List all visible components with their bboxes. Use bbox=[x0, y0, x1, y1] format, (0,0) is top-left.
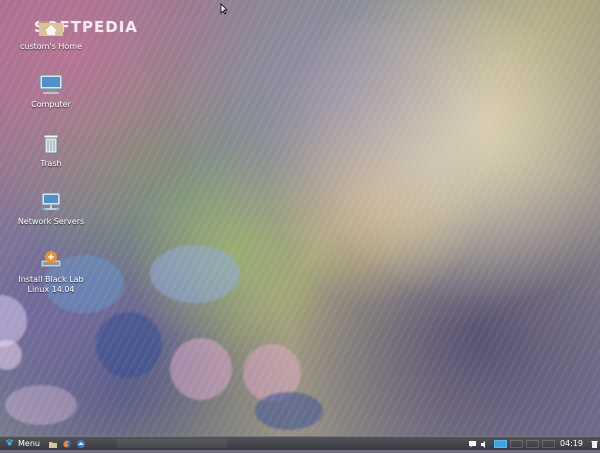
workspace-2[interactable] bbox=[509, 439, 523, 448]
desktop-icon-label-line: Linux 14.04 bbox=[27, 285, 75, 294]
desktop-icon-label: Network Servers bbox=[17, 217, 85, 226]
paw-menu-icon bbox=[5, 438, 14, 449]
desktop-icon-label: custom's Home bbox=[20, 42, 82, 51]
folder-icon bbox=[48, 434, 58, 453]
mouse-cursor-icon bbox=[220, 0, 230, 15]
taskbar-right: 04:19 bbox=[467, 437, 600, 450]
firefox-launcher[interactable] bbox=[61, 437, 74, 450]
taskbar-left: Menu bbox=[0, 437, 88, 450]
computer-icon bbox=[8, 72, 94, 98]
network-servers-icon bbox=[8, 189, 94, 215]
desktop-icon-label: Trash bbox=[40, 159, 62, 168]
desktop-icon-install[interactable]: Install Black Lab Linux 14.04 bbox=[8, 247, 94, 295]
menu-button[interactable]: Menu bbox=[0, 437, 46, 450]
workspace-3[interactable] bbox=[525, 439, 539, 448]
desktop-icon-label: Computer bbox=[31, 100, 71, 109]
firefox-icon bbox=[62, 434, 72, 453]
chat-tray-button[interactable] bbox=[467, 438, 479, 450]
thunderbird-launcher[interactable] bbox=[75, 437, 88, 450]
workspace-4[interactable] bbox=[541, 439, 555, 448]
chat-icon bbox=[468, 434, 477, 453]
home-folder-icon bbox=[8, 14, 94, 40]
thunderbird-icon bbox=[76, 434, 86, 453]
desktop-icon-computer[interactable]: Computer bbox=[8, 72, 94, 110]
trash-icon bbox=[590, 434, 599, 453]
desktop-icon-home[interactable]: custom's Home bbox=[8, 14, 94, 52]
folder-launcher[interactable] bbox=[47, 437, 60, 450]
volume-icon bbox=[480, 434, 489, 453]
volume-tray-button[interactable] bbox=[479, 438, 491, 450]
taskbar-window-list bbox=[117, 439, 227, 448]
desktop-icon-label-line: Install Black Lab bbox=[18, 275, 84, 284]
install-disk-icon bbox=[8, 247, 94, 273]
bottom-panel: Menu 04:19 bbox=[0, 436, 600, 450]
workspace-1[interactable] bbox=[493, 439, 507, 448]
desktop-icon-network-servers[interactable]: Network Servers bbox=[8, 189, 94, 227]
clock[interactable]: 04:19 bbox=[555, 439, 588, 448]
trash-icon bbox=[8, 131, 94, 157]
menu-label: Menu bbox=[18, 439, 40, 448]
trash-tray-button[interactable] bbox=[588, 438, 600, 450]
desktop-icon-trash[interactable]: Trash bbox=[8, 131, 94, 169]
